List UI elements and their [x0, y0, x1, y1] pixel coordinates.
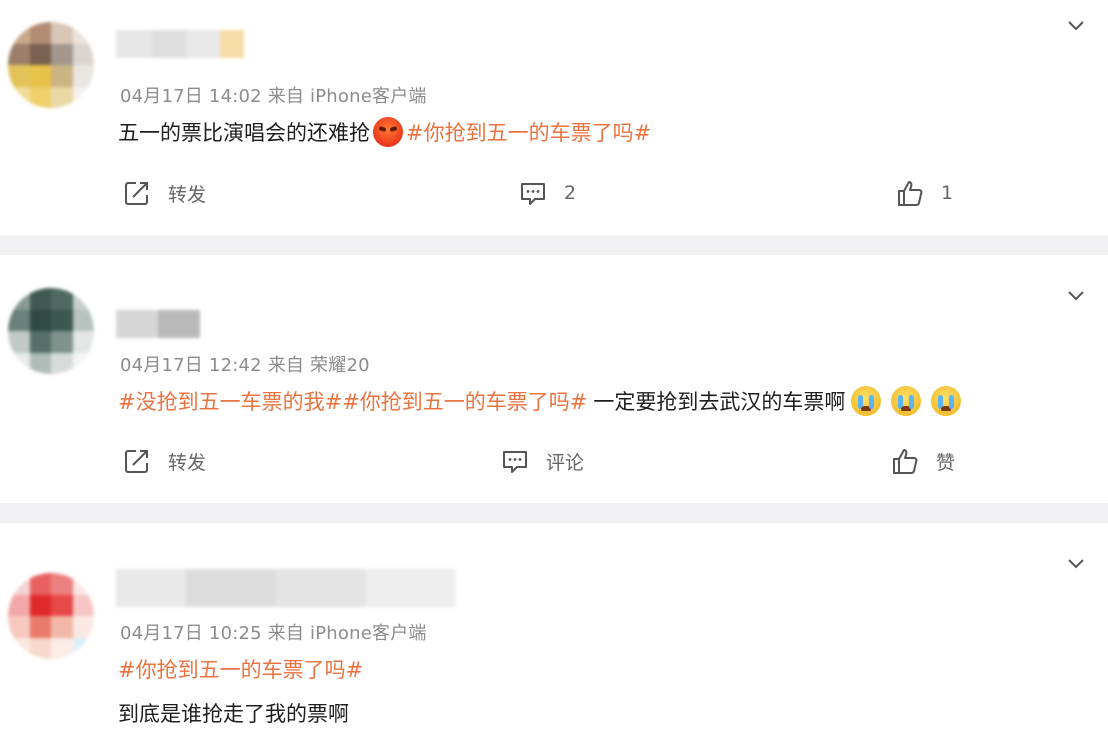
- crying-emoji-icon: [891, 386, 922, 416]
- post-meta: 04月17日 10:25 来自 iPhone客户端: [120, 623, 427, 644]
- post-text: 到底是谁抢走了我的票啊: [118, 702, 349, 726]
- chevron-down-icon[interactable]: [1066, 16, 1086, 36]
- crying-emoji-icon: [931, 386, 962, 416]
- repost-icon: [125, 450, 148, 473]
- topic-link[interactable]: #你抢到五一的车票了吗#: [406, 117, 651, 147]
- crying-emoji-icon: [851, 386, 882, 416]
- action-bar: 转发 评论 赞: [0, 446, 1108, 486]
- like-button[interactable]: 赞: [890, 446, 955, 476]
- like-label: 赞: [936, 451, 956, 474]
- action-bar: 转发 2 1: [0, 178, 1108, 218]
- repost-label: 转发: [168, 451, 207, 474]
- comment-label: 评论: [546, 451, 585, 474]
- username-blurred[interactable]: [116, 310, 200, 338]
- post-card: 04月17日 14:02 来自 iPhone客户端 五一的票比演唱会的还难抢 #…: [0, 0, 1108, 235]
- repost-button[interactable]: 转发: [122, 178, 206, 208]
- avatar[interactable]: [8, 573, 94, 659]
- post-meta: 04月17日 12:42 来自 荣耀20: [120, 355, 370, 376]
- chevron-down-icon[interactable]: [1066, 286, 1086, 306]
- post-content: #没抢到五一车票的我##你抢到五一的车票了吗# 一定要抢到去武汉的车票啊: [118, 384, 964, 418]
- like-button[interactable]: 1: [895, 178, 953, 208]
- like-count: 1: [941, 182, 954, 204]
- comment-icon: [503, 451, 527, 473]
- post-topic-line: #你抢到五一的车票了吗#: [118, 652, 363, 686]
- avatar[interactable]: [8, 288, 94, 374]
- topic-link[interactable]: #你抢到五一的车票了吗#: [118, 654, 363, 684]
- topic-link[interactable]: #没抢到五一车票的我##你抢到五一的车票了吗#: [118, 386, 587, 416]
- post-text: 一定要抢到去武汉的车票啊: [593, 390, 846, 414]
- username-blurred[interactable]: [116, 30, 244, 58]
- comment-icon: [521, 183, 545, 205]
- post-content: 五一的票比演唱会的还难抢 #你抢到五一的车票了吗#: [118, 116, 651, 148]
- username-blurred[interactable]: [116, 569, 456, 607]
- thumbs-up-icon: [893, 449, 918, 474]
- chevron-down-icon[interactable]: [1066, 554, 1086, 574]
- repost-button[interactable]: 转发: [122, 446, 206, 476]
- post-meta: 04月17日 14:02 来自 iPhone客户端: [120, 86, 427, 107]
- post-card: 04月17日 12:42 来自 荣耀20 #没抢到五一车票的我##你抢到五一的车…: [0, 255, 1108, 503]
- comment-button[interactable]: 2: [518, 178, 576, 208]
- repost-label: 转发: [168, 183, 207, 206]
- comment-count: 2: [564, 182, 577, 204]
- angry-emoji-icon: [373, 117, 403, 147]
- repost-icon: [125, 182, 148, 205]
- post-text: 五一的票比演唱会的还难抢: [118, 121, 370, 145]
- thumbs-up-icon: [898, 181, 923, 206]
- comment-button[interactable]: 评论: [500, 446, 584, 476]
- post-text-line: 到底是谁抢走了我的票啊: [118, 696, 349, 730]
- avatar[interactable]: [8, 22, 94, 108]
- post-card: 04月17日 10:25 来自 iPhone客户端 #你抢到五一的车票了吗# 到…: [0, 523, 1108, 738]
